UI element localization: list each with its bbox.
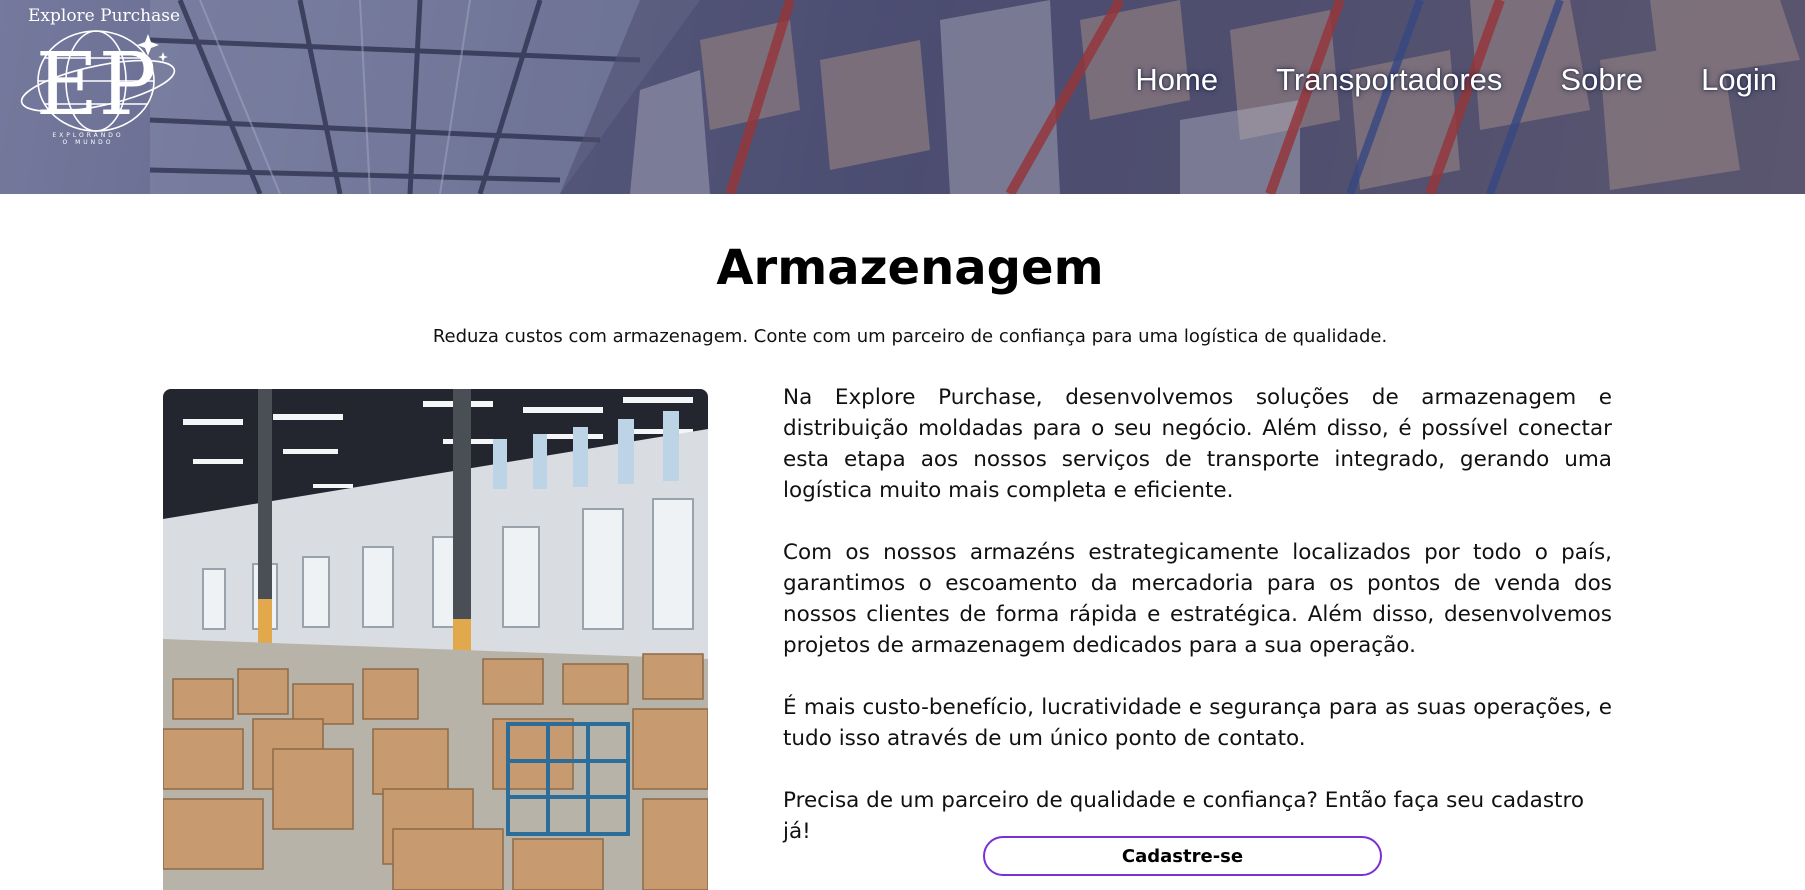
nav-login-link[interactable]: Login — [1701, 62, 1777, 98]
brand-logo[interactable]: Explore Purchase EP EXPLORANDO O MUNDO — [18, 6, 181, 156]
nav-home-link[interactable]: Home — [1135, 62, 1218, 98]
paragraph-2: Com os nossos armazéns estrategicamente … — [783, 540, 1612, 658]
nav-sobre-link[interactable]: Sobre — [1560, 62, 1643, 98]
logo-monogram: EP — [36, 35, 157, 135]
paragraph-3: É mais custo-benefício, lucratividade e … — [783, 695, 1612, 751]
page-subtitle: Reduza custos com armazenagem. Conte com… — [432, 326, 1388, 347]
signup-button[interactable]: Cadastre-se — [983, 836, 1382, 876]
nav-transportadores-link[interactable]: Transportadores — [1276, 62, 1502, 98]
logo-globe-icon: EP — [20, 30, 176, 135]
logo-brand-text: Explore Purchase — [28, 6, 181, 26]
warehouse-photo — [163, 389, 708, 890]
logo-tagline: EXPLORANDO O MUNDO — [52, 132, 124, 146]
paragraph-1: Na Explore Purchase, desenvolvemos soluç… — [783, 385, 1612, 503]
main-nav: Home Transportadores Sobre Login — [1135, 62, 1777, 98]
description-text: Na Explore Purchase, desenvolvemos soluç… — [783, 382, 1612, 878]
page-title: Armazenagem — [716, 240, 1104, 296]
header-banner: Explore Purchase EP EXPLORANDO O MUNDO H… — [0, 0, 1805, 194]
